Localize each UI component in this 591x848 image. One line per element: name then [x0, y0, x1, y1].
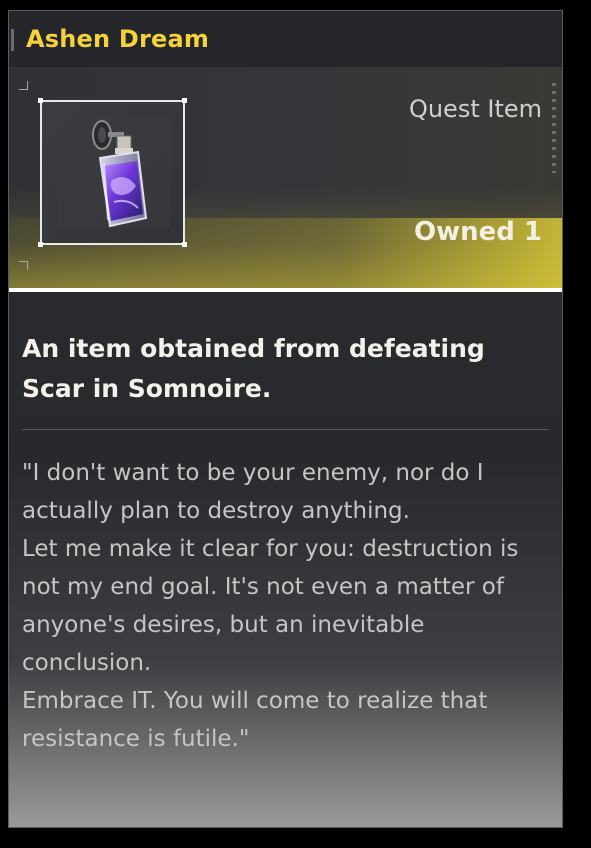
corner-bracket-icon [19, 261, 28, 270]
item-type-label: Quest Item [408, 95, 542, 123]
title-marker [11, 29, 14, 51]
header-divider [9, 288, 562, 292]
quote-line: Let me make it clear for you: destructio… [22, 536, 519, 676]
decorative-dots [552, 83, 556, 173]
quote-line: Embrace IT. You will come to realize tha… [22, 688, 488, 752]
owned-count: Owned 1 [413, 217, 542, 247]
item-title: Ashen Dream [26, 25, 210, 53]
item-detail-panel: Ashen Dream Quest Item Owned 1 An item o… [8, 10, 563, 828]
title-bar: Ashen Dream [9, 11, 562, 67]
quote-line: "I don't want to be your enemy, nor do I… [22, 460, 484, 524]
item-header: Quest Item Owned 1 [9, 67, 562, 288]
item-description: An item obtained from defeating Scar in … [22, 334, 485, 403]
item-lore-quote: "I don't want to be your enemy, nor do I… [22, 454, 552, 758]
section-divider [22, 429, 549, 430]
corner-bracket-icon [19, 81, 28, 90]
purple-perfume-bottle-icon [92, 120, 148, 228]
item-icon-frame [38, 98, 187, 247]
